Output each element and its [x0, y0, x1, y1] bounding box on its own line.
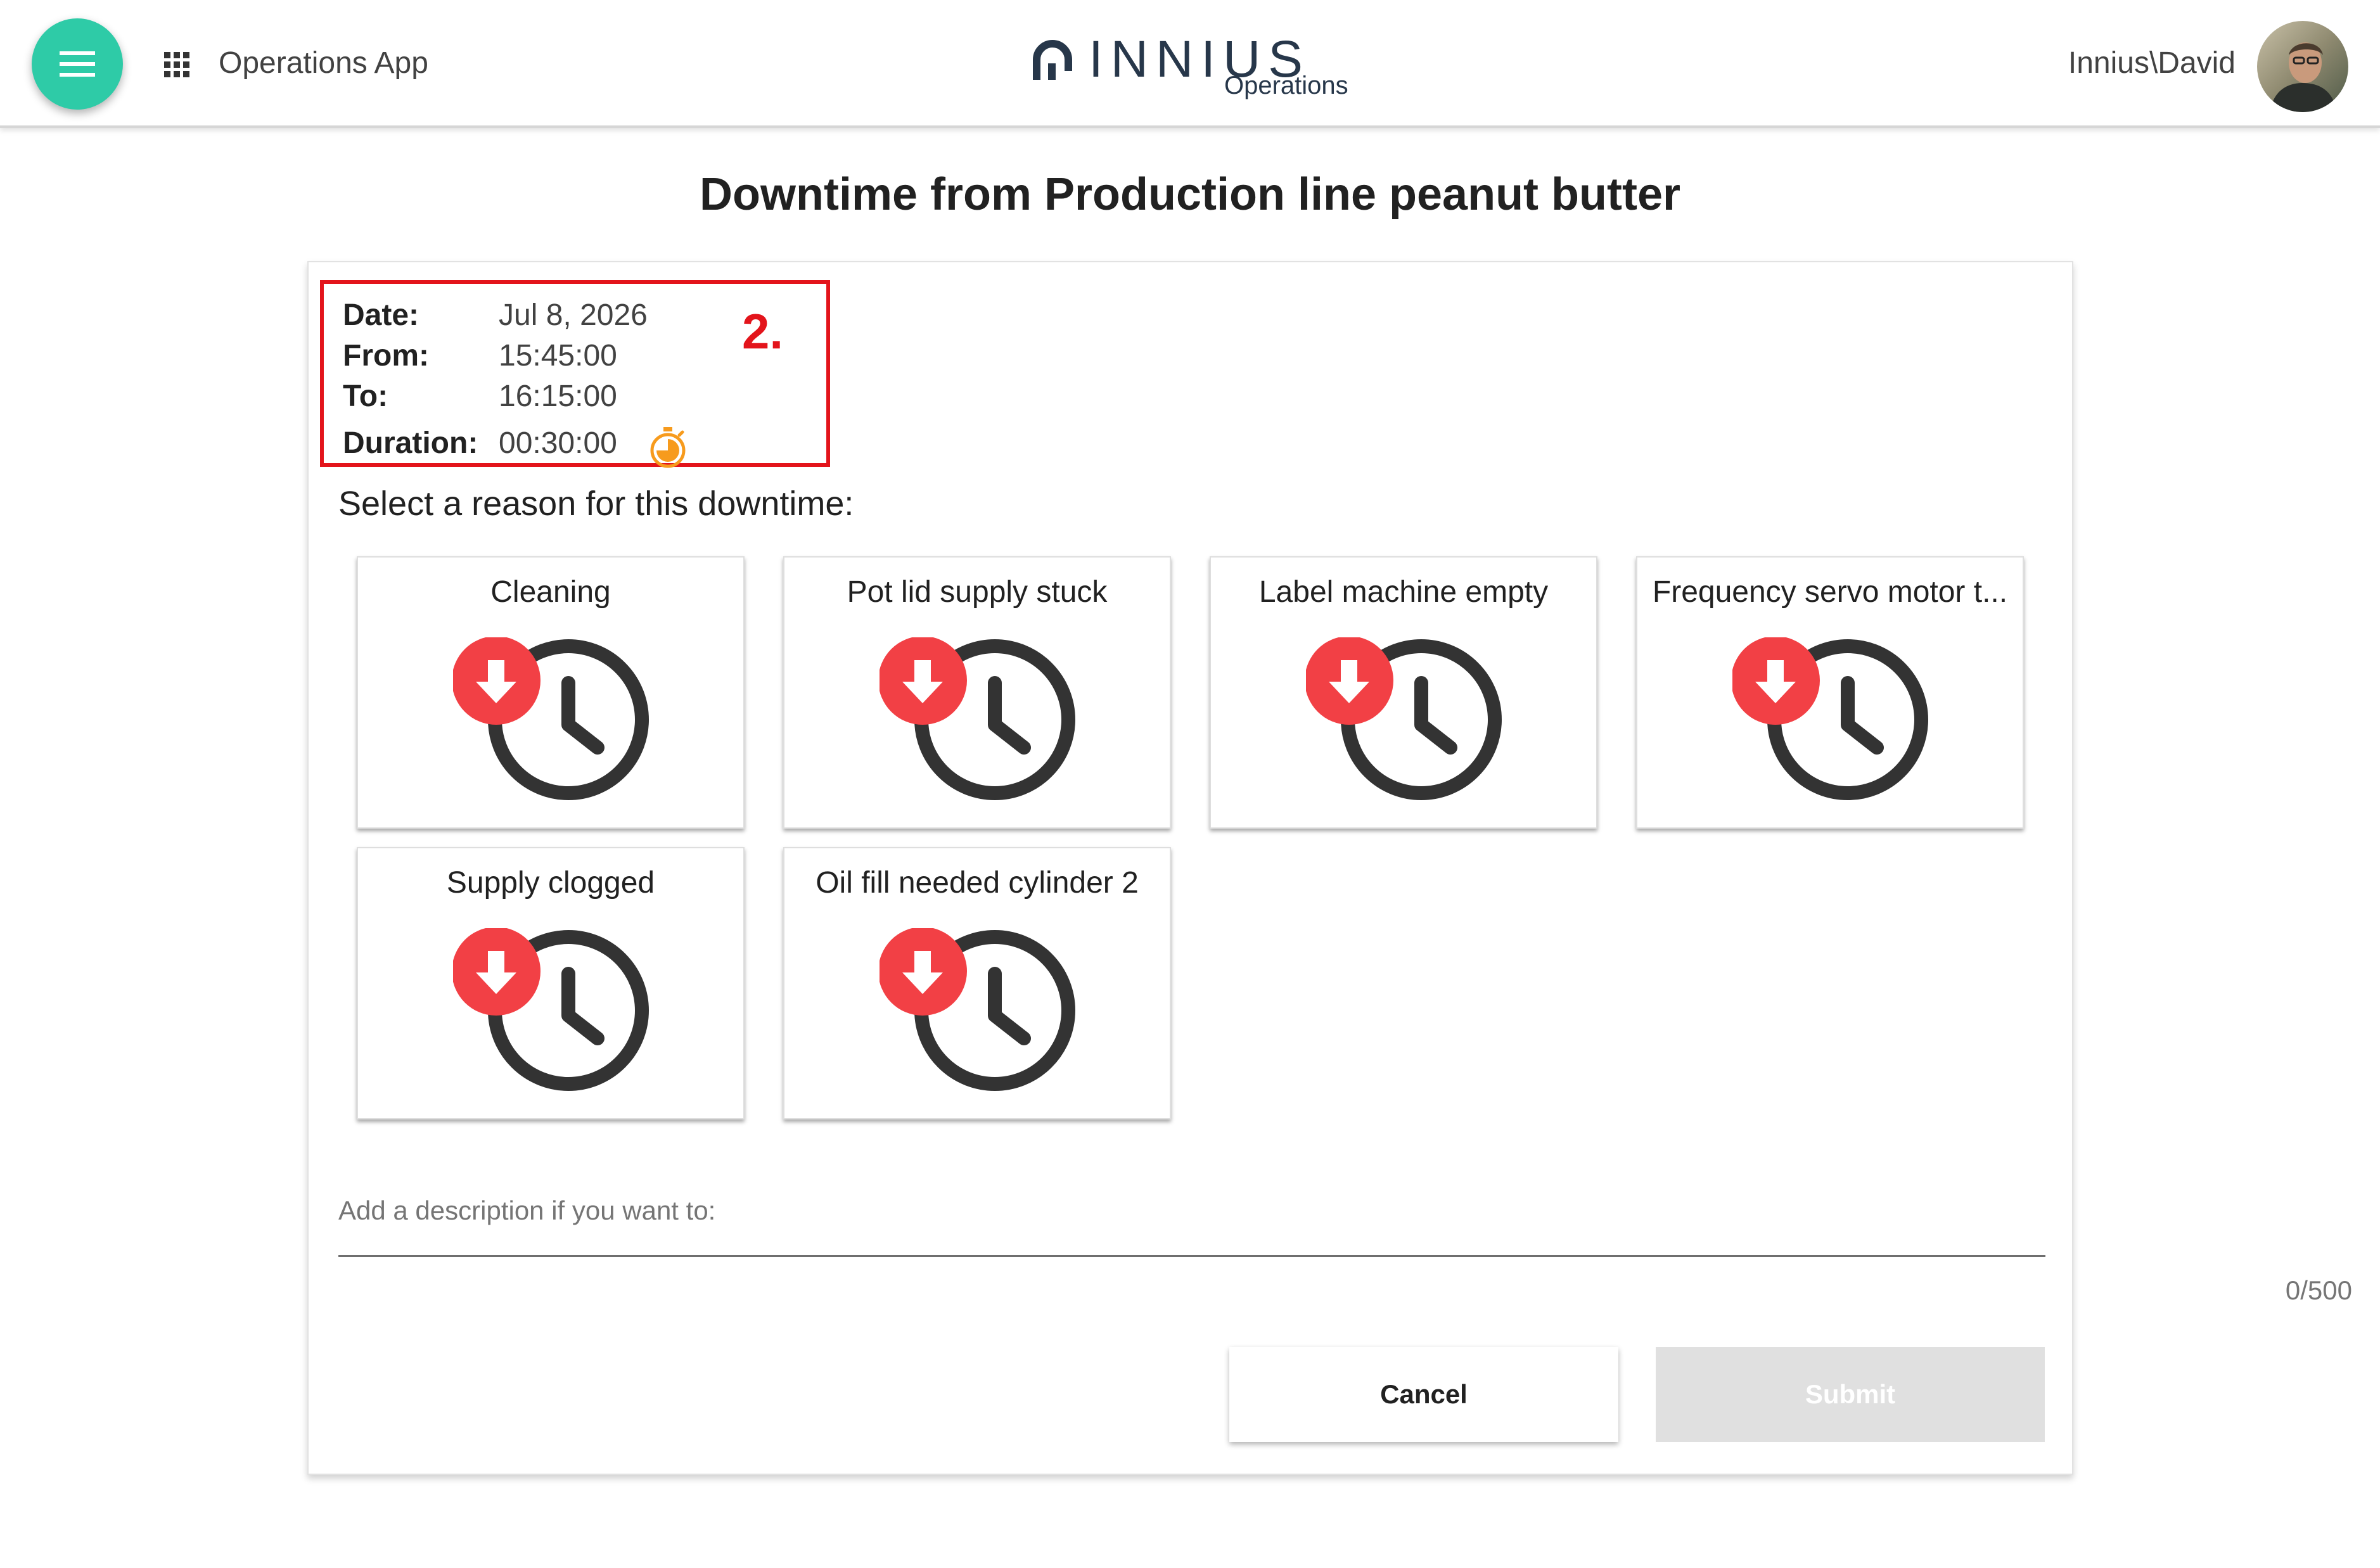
main-menu-button[interactable]	[32, 18, 123, 110]
innius-logo: INNIUS Operations	[1027, 25, 1356, 108]
innius-logo-mark-icon	[1033, 40, 1072, 80]
reason-tile-label: Cleaning	[490, 575, 611, 609]
to-value: 16:15:00	[499, 379, 617, 413]
date-label: Date:	[343, 298, 419, 332]
from-value: 15:45:00	[499, 339, 617, 373]
date-value: Jul 8, 2026	[499, 298, 648, 332]
user-avatar-photo-icon	[2257, 21, 2348, 112]
reason-tile-label: Pot lid supply stuck	[847, 575, 1108, 609]
reason-tile-label-machine-empty[interactable]: Label machine empty	[1210, 556, 1597, 829]
hamburger-menu-icon	[60, 51, 95, 77]
reason-tile-label: Oil fill needed cylinder 2	[816, 866, 1139, 900]
reason-tile-cleaning[interactable]: Cleaning	[357, 556, 745, 829]
reason-tile-oil-fill-needed-cylinder-2[interactable]: Oil fill needed cylinder 2	[783, 847, 1171, 1119]
downtime-clock-icon	[880, 928, 1075, 1091]
description-char-counter: 0/500	[2285, 1275, 2352, 1305]
duration-row: Duration: 00:30:00	[343, 424, 786, 468]
stopwatch-icon	[650, 427, 686, 468]
from-label: From:	[343, 339, 429, 373]
apps-grid-icon[interactable]	[164, 52, 189, 77]
duration-value: 00:30:00	[499, 426, 617, 460]
reason-prompt: Select a reason for this downtime:	[338, 485, 854, 523]
downtime-clock-icon	[453, 637, 649, 800]
downtime-clock-icon	[1306, 637, 1502, 800]
description-input[interactable]	[338, 1162, 2045, 1257]
downtime-card: Date: Jul 8, 2026 From: 15:45:00 To: 16:…	[307, 261, 2352, 1475]
user-avatar[interactable]	[2257, 21, 2348, 112]
downtime-clock-icon	[1732, 637, 1928, 800]
cancel-button[interactable]: Cancel	[1229, 1347, 1618, 1442]
reason-tile-label: Supply clogged	[446, 866, 655, 900]
downtime-clock-icon	[880, 637, 1075, 800]
reason-tile-label: Frequency servo motor t...	[1652, 575, 2008, 609]
user-name[interactable]: Innius\David	[2068, 44, 2236, 82]
logo-subtitle: Operations	[1224, 72, 1348, 99]
page-title: Downtime from Production line peanut but…	[700, 169, 1680, 220]
step-marker: 2.	[742, 303, 784, 359]
downtime-info-box: Date: Jul 8, 2026 From: 15:45:00 To: 16:…	[320, 280, 830, 468]
downtime-clock-icon	[453, 928, 649, 1091]
app-header: Operations App INNIUS Operations Innius\…	[0, 0, 2380, 128]
reason-tile-label: Label machine empty	[1258, 575, 1549, 609]
reason-tile-frequency-servo-motor[interactable]: Frequency servo motor t...	[1636, 556, 2024, 829]
reason-tile-pot-lid-supply-stuck[interactable]: Pot lid supply stuck	[783, 556, 1171, 829]
to-label: To:	[343, 379, 388, 413]
app-name[interactable]: Operations App	[219, 44, 428, 82]
submit-button[interactable]: Submit	[1656, 1347, 2045, 1442]
duration-label: Duration:	[343, 426, 478, 460]
reason-tile-supply-clogged[interactable]: Supply clogged	[357, 847, 745, 1119]
